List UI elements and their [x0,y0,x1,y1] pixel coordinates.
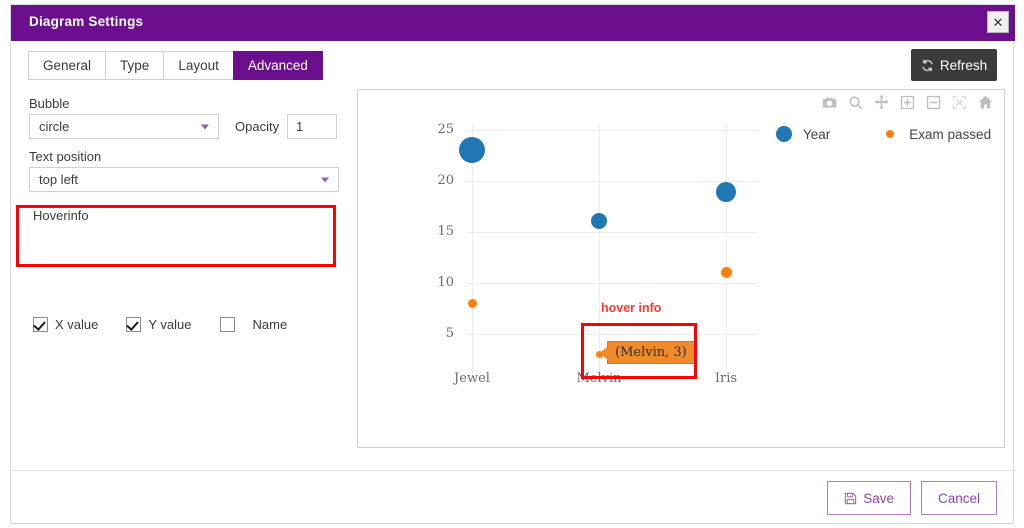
gridline-y-25 [466,130,758,131]
cancel-label: Cancel [937,490,980,506]
data-point-year-melvin[interactable] [591,213,607,229]
chart-preview-panel: Year Exam passed 25 20 15 10 5 Jewel Mel… [357,89,1005,448]
chevron-down-icon [321,177,329,182]
cancel-button[interactable]: Cancel [920,481,997,515]
hoverinfo-x-value-checkbox[interactable]: X value [33,317,98,332]
refresh-button[interactable]: Refresh [911,49,997,81]
zoom-out-icon[interactable] [925,94,942,111]
dialog-title: Diagram Settings [29,14,144,29]
text-position-label: Text position [29,149,102,164]
hover-info-annotation: hover info [601,301,662,315]
checkbox-checked-icon [33,317,48,332]
zoom-in-icon[interactable] [899,94,916,111]
xtick-iris: Iris [714,371,738,386]
plotly-modebar [821,94,994,111]
close-icon[interactable]: ✕ [987,11,1009,33]
hoverinfo-name-checkbox[interactable]: Name [219,317,288,332]
data-point-exam-jewel[interactable] [468,299,477,308]
legend-marker-year [776,126,792,142]
hoverinfo-y-value-checkbox[interactable]: Y value [126,317,192,332]
ytick-5: 5 [445,326,454,341]
xtick-melvin: Melvin [576,371,622,386]
hoverinfo-label: Hoverinfo [33,208,89,223]
gridline-y-15 [466,232,758,233]
tab-advanced[interactable]: Advanced [232,51,323,80]
tab-bar: General Type Layout Advanced [28,51,323,80]
text-position-value: top left [39,172,79,187]
ytick-15: 15 [437,224,454,239]
tab-type[interactable]: Type [105,51,164,80]
legend-label-year: Year [803,126,831,142]
hoverinfo-checkbox-group: X value Y value Name [33,317,287,332]
footer-divider [11,470,1015,471]
gridline-x-iris [726,124,727,374]
bubble-shape-select[interactable]: circle [29,114,219,139]
autoscale-icon[interactable] [951,94,968,111]
tab-general[interactable]: General [28,51,106,80]
dialog-footer: Save Cancel [827,481,997,515]
save-label: Save [863,490,894,506]
diagram-settings-dialog: Diagram Settings ✕ General Type Layout A… [10,4,1015,524]
advanced-settings-panel: Bubble circle Opacity Text position top … [11,89,347,461]
hover-tooltip: (Melvin, 3) [607,341,695,364]
refresh-label: Refresh [939,57,988,73]
ytick-25: 25 [437,122,454,137]
hoverinfo-name-label: Name [252,317,288,332]
hoverinfo-x-value-label: X value [55,317,99,332]
gridline-y-10 [466,283,758,284]
camera-icon[interactable] [821,94,838,111]
legend-marker-exam-passed [886,130,895,138]
chevron-down-icon [201,124,209,129]
text-position-select[interactable]: top left [29,167,339,192]
checkbox-checked-icon [126,317,142,332]
bubble-shape-value: circle [39,119,70,134]
ytick-20: 20 [437,173,454,188]
gridline-y-5 [466,334,758,335]
data-point-exam-iris[interactable] [721,267,732,278]
tab-layout[interactable]: Layout [163,51,233,80]
chart-legend: Year Exam passed [776,126,991,142]
gridline-x-melvin [599,124,600,374]
ytick-10: 10 [437,275,454,290]
hoverinfo-y-value-label: Y value [148,317,192,332]
legend-item-year[interactable]: Year [776,126,830,142]
home-reset-axes-icon[interactable] [977,94,994,111]
pan-move-icon[interactable] [873,94,890,111]
legend-label-exam-passed: Exam passed [909,126,992,142]
gridline-y-20 [466,181,758,182]
opacity-input[interactable] [287,114,337,139]
zoom-magnifier-icon[interactable] [847,94,864,111]
bubble-label: Bubble [29,96,70,111]
dialog-titlebar: Diagram Settings ✕ [11,5,1015,41]
data-point-year-iris[interactable] [716,182,736,202]
checkbox-unchecked-icon [219,317,235,332]
refresh-icon [921,59,934,72]
floppy-disk-icon [844,492,857,505]
xtick-jewel: Jewel [454,371,490,386]
opacity-label: Opacity [235,119,280,134]
legend-item-exam-passed[interactable]: Exam passed [886,127,991,142]
save-button[interactable]: Save [827,481,911,515]
data-point-year-jewel[interactable] [459,137,485,163]
